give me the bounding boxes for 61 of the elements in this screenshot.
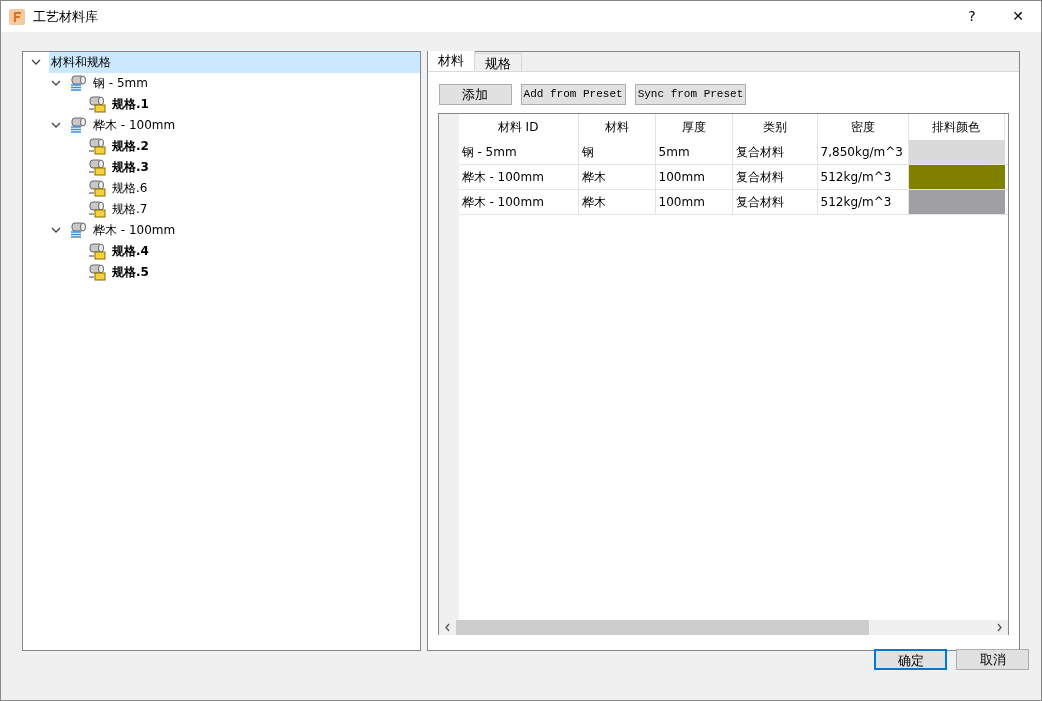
- table-cell: 桦木 - 100mm: [458, 165, 579, 189]
- table-cell: 钢: [578, 140, 656, 164]
- spec-roll-icon: [88, 180, 106, 197]
- table-cell: 桦木: [578, 190, 656, 214]
- table-cell: 512kg/m^3: [817, 190, 909, 214]
- column-header[interactable]: 材料: [578, 114, 656, 140]
- table-cell: 100mm: [655, 190, 733, 214]
- table-cell: 桦木 - 100mm: [458, 190, 579, 214]
- table-cell: 5mm: [655, 140, 733, 164]
- chevron-down-icon[interactable]: [51, 122, 61, 129]
- table-cell: 复合材料: [732, 140, 818, 164]
- chevron-down-icon[interactable]: [31, 59, 41, 66]
- color-swatch[interactable]: [908, 140, 1005, 164]
- tree-item[interactable]: 规格.1: [110, 94, 153, 115]
- tree-item[interactable]: 规格.7: [110, 199, 152, 220]
- add-button[interactable]: 添加: [438, 84, 512, 105]
- tree-item[interactable]: 钢 - 5mm: [91, 73, 152, 94]
- chevron-down-icon[interactable]: [51, 227, 61, 234]
- material-roll-icon: [69, 222, 87, 239]
- spec-roll-icon: [88, 96, 106, 113]
- tree-item[interactable]: 规格.5: [110, 262, 153, 283]
- close-button[interactable]: ✕: [995, 1, 1041, 32]
- tab[interactable]: 材料: [427, 51, 475, 71]
- tree-item[interactable]: 桦木 - 100mm: [91, 220, 180, 241]
- horizontal-scrollbar[interactable]: [438, 620, 1008, 635]
- scrollbar-thumb[interactable]: [455, 620, 869, 635]
- tab[interactable]: 规格: [474, 53, 522, 71]
- tree-item[interactable]: 桦木 - 100mm: [91, 115, 180, 136]
- window-title: 工艺材料库: [33, 7, 98, 26]
- tree-item[interactable]: 材料和规格: [49, 52, 420, 73]
- table-cell: 100mm: [655, 165, 733, 189]
- table-cell: 512kg/m^3: [817, 165, 909, 189]
- spec-roll-icon: [88, 138, 106, 155]
- spec-roll-icon: [88, 159, 106, 176]
- color-swatch[interactable]: [908, 165, 1005, 189]
- chevron-down-icon[interactable]: [51, 80, 61, 87]
- preset-button[interactable]: Add from Preset: [520, 84, 626, 105]
- table-cell: 桦木: [578, 165, 656, 189]
- material-roll-icon: [69, 75, 87, 92]
- spec-roll-icon: [88, 243, 106, 260]
- tree-item[interactable]: 规格.6: [110, 178, 152, 199]
- table-cell: 复合材料: [732, 165, 818, 189]
- tree-item[interactable]: 规格.4: [110, 241, 153, 262]
- table-cell: 7,850kg/m^3: [817, 140, 909, 164]
- material-roll-icon: [69, 117, 87, 134]
- app-logo-icon: [9, 8, 25, 25]
- tree-item[interactable]: 规格.2: [110, 136, 153, 157]
- column-header[interactable]: 材料 ID: [458, 114, 579, 140]
- column-header[interactable]: 类别: [732, 114, 818, 140]
- tree-item[interactable]: 规格.3: [110, 157, 153, 178]
- help-button[interactable]: ?: [949, 1, 995, 32]
- cancel-button[interactable]: 取消: [956, 649, 1029, 670]
- column-header[interactable]: 密度: [817, 114, 909, 140]
- spec-roll-icon: [88, 264, 106, 281]
- color-swatch[interactable]: [908, 190, 1005, 214]
- table-cell: 复合材料: [732, 190, 818, 214]
- table-cell: 钢 - 5mm: [458, 140, 579, 164]
- column-header[interactable]: 厚度: [655, 114, 733, 140]
- spec-roll-icon: [88, 201, 106, 218]
- ok-button[interactable]: 确定: [874, 649, 947, 670]
- preset-button[interactable]: Sync from Preset: [634, 84, 747, 105]
